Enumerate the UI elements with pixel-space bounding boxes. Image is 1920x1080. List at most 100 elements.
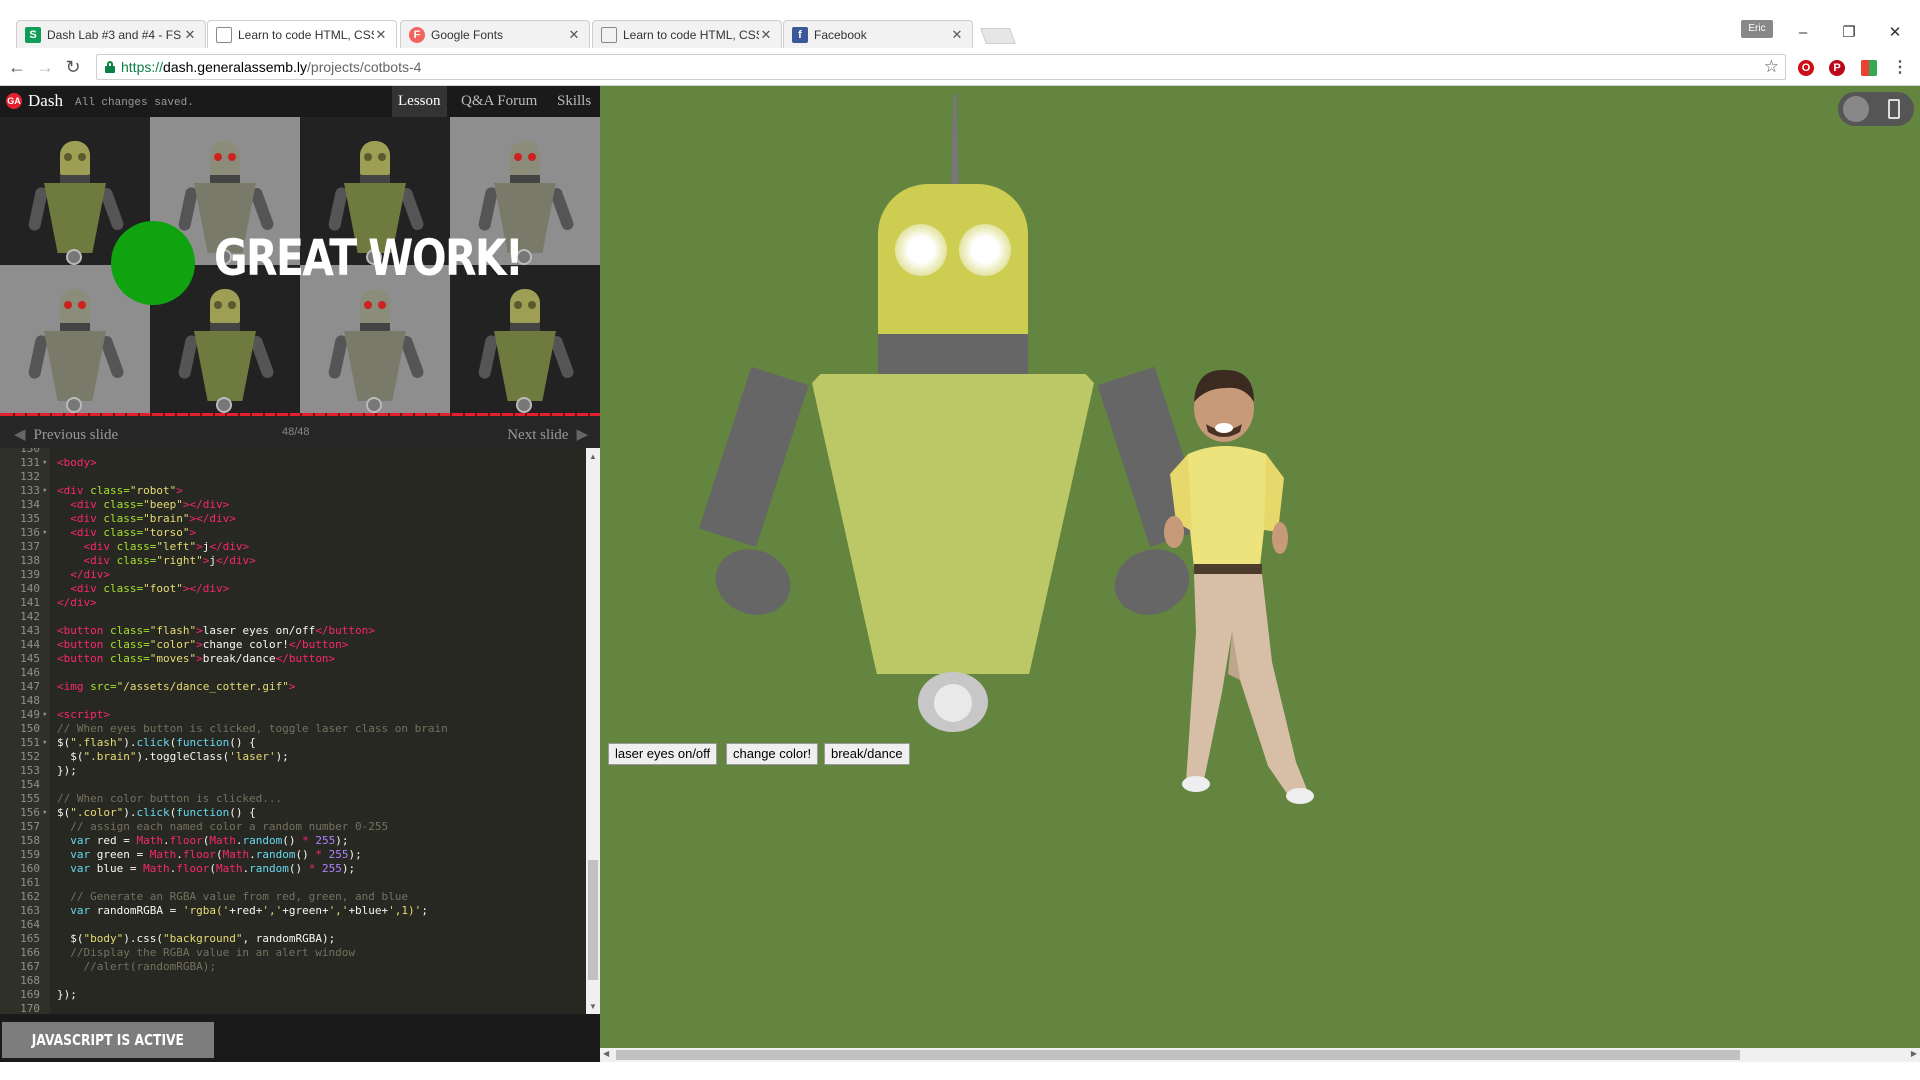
url-host: dash.generalassemb.ly [163, 59, 308, 75]
code-token: <button [57, 652, 110, 665]
editor-scroll-thumb[interactable] [588, 860, 598, 980]
opera-extension-icon[interactable]: O [1798, 60, 1814, 76]
code-text: // When eyes button is clicked, toggle l… [57, 722, 448, 736]
code-token: ></div> [189, 512, 236, 525]
code-token: . [249, 848, 256, 861]
previous-slide-label: Previous slide [33, 427, 119, 443]
restore-icon[interactable]: ❐ [1834, 22, 1864, 44]
line-number: 134 [20, 498, 40, 511]
code-token: class= [90, 484, 130, 497]
fold-arrow-icon[interactable]: ▾ [42, 708, 47, 722]
code-editor[interactable]: 130 131 ▾ <body> 132 133 ▾ <div class="robot"> 1… [0, 448, 600, 1014]
fold-arrow-icon[interactable]: ▾ [42, 526, 47, 540]
code-token: function [176, 736, 230, 749]
code-line: 169}); [0, 988, 586, 1002]
tab-close-icon[interactable]: ✕ [374, 27, 388, 43]
nav-qa-forum[interactable]: Q&A Forum [455, 86, 543, 117]
close-window-icon[interactable]: ✕ [1880, 22, 1910, 44]
line-number: 159 [20, 848, 40, 861]
line-number: 138 [20, 554, 40, 567]
code-line: 152 $(".brain").toggleClass('laser'); [0, 750, 586, 764]
code-token: class= [103, 526, 144, 539]
javascript-status-badge[interactable]: JAVASCRIPT IS ACTIVE [2, 1022, 214, 1058]
code-text: var green = Math.floor(Math.random() * 2… [57, 848, 362, 862]
browser-tab[interactable]: S Dash Lab #3 and #4 - FS ✕ [16, 20, 206, 48]
forward-arrow-icon[interactable]: → [34, 56, 56, 78]
profile-button[interactable]: Eric [1741, 20, 1773, 38]
nav-skills[interactable]: Skills [551, 86, 597, 117]
device-toggle[interactable] [1838, 92, 1914, 126]
fold-arrow-icon[interactable]: ▾ [42, 806, 47, 820]
scroll-down-icon[interactable]: ▼ [589, 1002, 597, 1011]
address-bar[interactable]: https://dash.generalassemb.ly/projects/c… [96, 54, 1786, 80]
browser-tab[interactable]: F Google Fonts ✕ [400, 20, 590, 48]
code-line: 170 [0, 1002, 586, 1014]
back-arrow-icon[interactable]: ← [6, 56, 28, 78]
minimize-icon[interactable]: – [1788, 22, 1818, 44]
window-bottom-edge [0, 1062, 1920, 1080]
line-number: 146 [20, 666, 40, 679]
scroll-left-icon[interactable]: ◀ [603, 1049, 609, 1058]
code-token: $( [57, 750, 84, 763]
code-text: }); [57, 764, 77, 778]
tab-close-icon[interactable]: ✕ [759, 27, 773, 43]
code-token: class= [103, 498, 144, 511]
line-number: 154 [20, 778, 40, 791]
line-number: 149 [20, 708, 40, 721]
fold-arrow-icon[interactable]: ▾ [42, 484, 47, 498]
browser-tab[interactable]: Learn to code HTML, CSS ✕ [592, 20, 782, 48]
code-token: <img [57, 680, 91, 693]
url-scheme: https:// [121, 59, 164, 75]
code-text: <div class="torso"> [57, 526, 196, 540]
tab-close-icon[interactable]: ✕ [950, 27, 964, 43]
line-number: 167 [20, 960, 40, 973]
menu-dots-icon[interactable]: ⋮ [1892, 60, 1908, 76]
tab-close-icon[interactable]: ✕ [183, 27, 197, 43]
code-token: Math [215, 862, 243, 875]
nav-lesson[interactable]: Lesson [392, 86, 447, 117]
tab-title: Google Fonts [431, 27, 504, 42]
code-token: var [57, 904, 97, 917]
code-token: > [196, 540, 203, 553]
previous-slide-button[interactable]: ◀ Previous slide [14, 425, 118, 444]
code-token: </div> [215, 554, 256, 567]
code-line: 145 <button class="moves">break/dance</bu… [0, 652, 586, 666]
pinterest-extension-icon[interactable]: P [1829, 60, 1845, 76]
scroll-right-icon[interactable]: ▶ [1911, 1049, 1917, 1058]
editor-scrollbar[interactable]: ▲ ▼ [586, 448, 600, 1014]
browser-tab[interactable]: Learn to code HTML, CSS ✕ [207, 20, 397, 49]
code-text: <button class="flash">laser eyes on/off<… [57, 624, 375, 638]
code-token: }); [57, 764, 77, 777]
fold-arrow-icon[interactable]: ▾ [42, 736, 47, 750]
code-token: break/dance [202, 652, 276, 665]
line-number: 162 [20, 890, 40, 903]
tab-close-icon[interactable]: ✕ [567, 27, 581, 43]
code-token: "torso" [143, 526, 190, 539]
extension-icon[interactable] [1861, 60, 1877, 76]
line-number: 150 [20, 722, 40, 735]
success-dot [111, 221, 195, 305]
robot-left-hand [706, 538, 800, 626]
slide-image: GREAT WORK! [0, 117, 600, 413]
preview-horizontal-scrollbar[interactable]: ◀ ▶ [600, 1048, 1920, 1062]
scroll-up-icon[interactable]: ▲ [589, 452, 597, 461]
next-slide-button[interactable]: Next slide ▶ [507, 425, 588, 444]
code-token: class= [103, 512, 144, 525]
bookmark-star-icon[interactable]: ☆ [1764, 57, 1779, 77]
reload-icon[interactable]: ↻ [62, 56, 84, 78]
line-number: 131 [20, 456, 40, 469]
laser-eyes-button[interactable]: laser eyes on/off [608, 743, 718, 765]
code-token: </div> [57, 568, 110, 581]
code-text: <div class="foot"></div> [57, 582, 229, 596]
code-text: <div class="right">j</div> [57, 554, 256, 568]
change-color-button[interactable]: change color! [726, 743, 819, 765]
break-dance-button[interactable]: break/dance [824, 743, 910, 765]
preview-scroll-thumb[interactable] [616, 1050, 1740, 1060]
code-token: <div [57, 484, 91, 497]
code-token: class= [103, 582, 144, 595]
new-tab-button[interactable] [980, 28, 1016, 44]
fold-arrow-icon[interactable]: ▾ [42, 456, 47, 470]
browser-toolbar: ← → ↻ https://dash.generalassemb.ly/proj… [0, 48, 1920, 86]
code-token: <script> [57, 708, 110, 721]
browser-tab[interactable]: f Facebook ✕ [783, 20, 973, 48]
